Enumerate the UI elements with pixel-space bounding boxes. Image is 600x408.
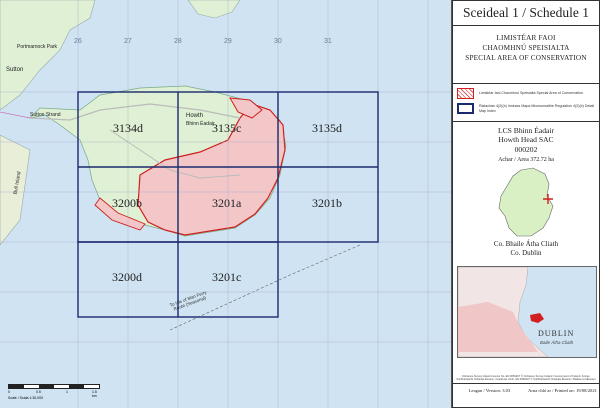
ireland-outline — [498, 167, 554, 236]
inset-urban — [458, 302, 538, 352]
site-name-ga: LCS Bhinn Éadair — [497, 126, 555, 135]
info-panel: Sceideal 1 / Schedule 1 LIMISTÉAR FAOI C… — [452, 0, 600, 408]
sac-swatch-icon — [457, 88, 474, 99]
grid-number: 27 — [124, 38, 132, 45]
place-label-howth: Howth — [186, 113, 204, 119]
mainland-land — [0, 0, 96, 111]
site-area: Achar / Area 372.72 ha — [498, 157, 554, 164]
inset-howth-sac — [530, 313, 544, 323]
legend-item-grid: Rialachán 4(2)(b) Innéacs Mapa Mionsonra… — [457, 103, 595, 114]
site-name-en: Howth Head SAC — [498, 135, 554, 145]
grid-number: 31 — [324, 38, 332, 45]
detail-map-tile-3134d[interactable]: 3134d — [113, 121, 143, 136]
scale-tick: 0.5 — [36, 390, 41, 394]
legend-text: Limistéar faoi Chaomhnú Speisialta Speci… — [479, 91, 583, 96]
inset-city-ga-label: Baile Átha Cliath — [540, 340, 574, 345]
ireland-locator-map — [498, 167, 554, 236]
scale-bar: 0 0.5 1 1.5 km Scale / Scála 1:30,000 — [8, 384, 100, 400]
place-label-bhinn: Bhinn Éadair — [186, 121, 215, 127]
place-label-portmarnock: Portmarnock Park — [17, 44, 58, 50]
detail-map-tile-3200b[interactable]: 3200b — [112, 196, 142, 211]
detail-map-tile-3201b[interactable]: 3201b — [312, 196, 342, 211]
county-ga: Co. Bhaile Átha Cliath — [493, 239, 559, 248]
grid-number: 29 — [224, 38, 232, 45]
grid-number: 30 — [274, 38, 282, 45]
site-code: 000202 — [514, 144, 538, 154]
county-label: Co. Bhaile Átha Cliath Co. Dublin — [453, 240, 599, 258]
version-text: Leagan / Version: 3.03 — [468, 387, 511, 393]
place-label-sutton-strand: Sutton Strand — [30, 112, 61, 118]
scale-tick: 1.5 km — [92, 390, 97, 398]
detail-map-tile-3135d[interactable]: 3135d — [312, 121, 342, 136]
schedule-title: Sceideal 1 / Schedule 1 — [453, 1, 599, 26]
detail-map-tile-3201c[interactable]: 3201c — [212, 270, 241, 285]
place-label-sutton: Sutton — [6, 67, 24, 73]
site-info: LCS Bhinn Éadair Howth Head SAC 000202 A… — [453, 122, 599, 166]
scale-tick: 1 — [66, 390, 68, 394]
island-land — [187, 0, 241, 19]
grid-swatch-icon — [457, 103, 474, 114]
printed-text: Arna chló ar / Printed on: 19/08/2021 — [528, 387, 597, 393]
heading-line: SPECIAL AREA OF CONSERVATION — [465, 54, 587, 62]
detail-map-tile-3201a[interactable]: 3201a — [212, 196, 241, 211]
copyright-notice: Ordnance Survey Ireland Licence No. EN 0… — [456, 375, 596, 382]
legend-text: Rialachán 4(2)(b) Innéacs Mapa Mionsonra… — [479, 104, 595, 113]
detail-map-tile-3135c[interactable]: 3135c — [212, 121, 241, 136]
grid-number: 26 — [74, 38, 82, 45]
county-en: Co. Dublin — [510, 248, 542, 257]
legend-item-sac: Limistéar faoi Chaomhnú Speisialta Speci… — [457, 88, 595, 99]
heading-line: LIMISTÉAR FAOI — [496, 34, 556, 42]
scale-ratio: Scale / Scála 1:30,000 — [8, 396, 44, 400]
scale-tick: 0 — [8, 390, 10, 394]
inset-city-label: DUBLIN — [538, 329, 575, 338]
version-row: Leagan / Version: 3.03 Arna chló ar / Pr… — [453, 383, 599, 396]
legend: Limistéar faoi Chaomhnú Speisialta Speci… — [453, 84, 599, 121]
grid-number: 28 — [174, 38, 182, 45]
heading-line: CHAOMHNÚ SPEISIALTA — [482, 44, 570, 52]
detail-map-tile-3200d[interactable]: 3200d — [112, 270, 142, 285]
sac-heading: LIMISTÉAR FAOI CHAOMHNÚ SPEISIALTA SPECI… — [453, 26, 599, 83]
coast-road — [0, 111, 31, 119]
map-canvas[interactable]: 26 27 28 29 30 31 Portmarnock Park Sutto… — [0, 0, 452, 408]
dublin-inset-map: DUBLIN Baile Átha Cliath — [457, 266, 597, 358]
